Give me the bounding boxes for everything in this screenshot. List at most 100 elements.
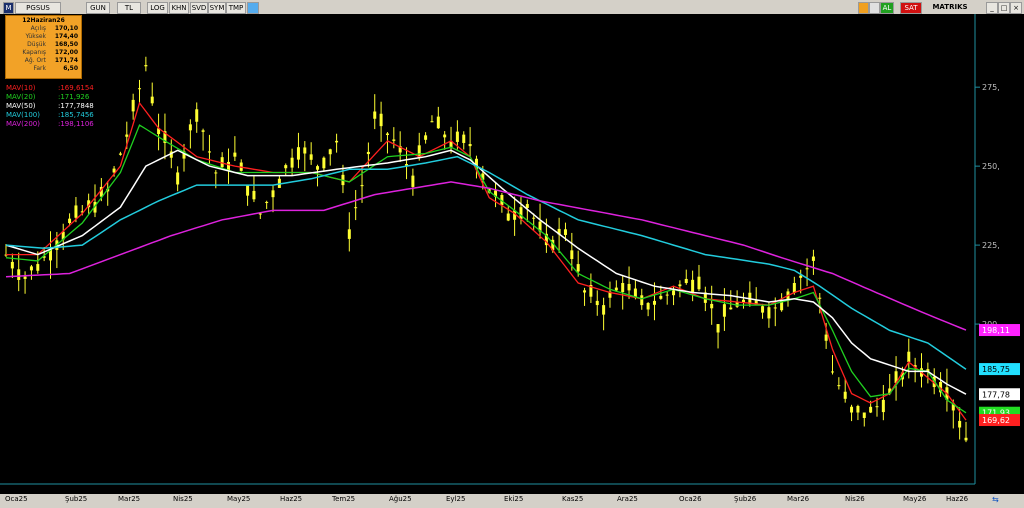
matriks-logo-icon[interactable]: M [3, 2, 14, 14]
candle-body [188, 124, 192, 131]
candle-body [583, 290, 587, 293]
candle-body [691, 279, 695, 293]
x-tick-label: Nis25 [173, 495, 193, 503]
x-tick-label: Şub26 [734, 495, 757, 503]
candle-body [379, 113, 383, 127]
candle-body [214, 172, 218, 174]
legend-value: :171,926 [58, 93, 90, 101]
legend-value: :177,7848 [58, 102, 94, 110]
candle-body [455, 131, 459, 142]
info-key: Fark [33, 65, 46, 72]
price-chart[interactable]: 200,225,250,275,198,11185,75177,78171,93… [0, 14, 1024, 494]
legend-label: MAV(20) [6, 93, 36, 101]
candle-body [195, 109, 199, 122]
candle-body [811, 256, 815, 261]
candle-body [246, 185, 250, 196]
candle-body [646, 303, 650, 310]
legend-item: MAV(100):185,7456 [6, 111, 94, 120]
candle-body [207, 151, 211, 153]
buy-button[interactable]: AL [880, 2, 894, 14]
candle-body [328, 149, 332, 155]
candle-body [131, 99, 135, 112]
legend-value: :198,1106 [58, 120, 94, 128]
legend-item: MAV(50):177,7848 [6, 102, 94, 111]
toolbar-button-sym[interactable]: SYM [208, 2, 226, 14]
minimize-icon[interactable]: _ [986, 2, 998, 14]
scroll-arrows-icon[interactable]: ⇆ [992, 495, 999, 504]
maximize-icon[interactable]: □ [998, 2, 1010, 14]
candle-body [850, 406, 854, 413]
legend-label: MAV(200) [6, 120, 40, 128]
x-tick-label: Eki25 [504, 495, 524, 503]
x-tick-label: Mar26 [787, 495, 810, 503]
info-row: Fark 6,50 [6, 65, 81, 73]
candle-body [761, 306, 765, 313]
x-tick-label: Mar25 [118, 495, 141, 503]
candle-body [373, 111, 377, 119]
candle-body [907, 351, 911, 362]
candle-body [875, 406, 879, 408]
x-tick-label: Nis26 [845, 495, 865, 503]
candle-body [767, 307, 771, 319]
toolbar-button-khn[interactable]: KHN [169, 2, 189, 14]
ohlc-info-box: 12Haziran26 Açılış 170,10 Yüksek 174,40 Düşü… [5, 15, 82, 79]
candle-body [824, 334, 828, 341]
info-key: Ağ. Ort [24, 57, 46, 64]
x-tick-label: Tem25 [332, 495, 356, 503]
candle-body [614, 287, 618, 291]
value-tag-label: 198,11 [982, 326, 1010, 335]
close-icon[interactable]: × [1010, 2, 1022, 14]
candle-body [138, 88, 142, 90]
candle-body [862, 412, 866, 418]
info-value: 171,74 [54, 57, 78, 64]
candle-body [843, 391, 847, 399]
candle-body [697, 276, 701, 290]
candle-body [443, 134, 447, 138]
candle-body [837, 385, 841, 387]
candle-body [150, 96, 154, 104]
candle-body [570, 250, 574, 259]
candle-body [506, 213, 510, 221]
candle-body [659, 295, 663, 299]
toolbar-button-gun[interactable]: GUN [86, 2, 110, 14]
calendar-icon[interactable] [869, 2, 880, 14]
info-key: Yüksek [25, 33, 46, 40]
candle-body [316, 166, 320, 170]
sell-button[interactable]: SAT [900, 2, 922, 14]
candle-body [309, 154, 313, 160]
candle-body [640, 295, 644, 306]
info-row: Düşük 168,50 [6, 41, 81, 49]
candle-body [881, 399, 885, 413]
candle-body [532, 217, 536, 219]
candle-body [525, 204, 529, 208]
candle-body [519, 207, 523, 220]
info-value: 6,50 [63, 65, 78, 72]
chart-background [0, 14, 1024, 494]
info-row: Ağ. Ort 171,74 [6, 57, 81, 65]
info-value: 170,10 [54, 25, 78, 32]
toolbar-button-svd[interactable]: SVD [190, 2, 208, 14]
info-value: 174,40 [54, 33, 78, 40]
candle-body [284, 165, 288, 169]
candle-body [869, 406, 873, 413]
candle-body [665, 294, 669, 296]
toolbar-button-tmp[interactable]: TMP [226, 2, 246, 14]
candle-body [818, 297, 822, 299]
color-picker-icon[interactable] [858, 2, 869, 14]
symbol-input[interactable]: PGSUS [15, 2, 61, 14]
candle-body [722, 304, 726, 317]
candle-body [360, 185, 364, 187]
candle-body [627, 283, 631, 291]
candle-body [773, 307, 777, 309]
twitter-icon[interactable] [247, 2, 259, 14]
candle-body [652, 300, 656, 305]
candle-body [233, 152, 237, 157]
candle-body [678, 284, 682, 287]
legend-label: MAV(100) [6, 111, 40, 119]
x-tick-label: Eyl25 [446, 495, 466, 503]
toolbar-button-log[interactable]: LOG [147, 2, 168, 14]
candle-body [303, 147, 307, 154]
candle-body [436, 116, 440, 129]
legend-value: :169,6154 [58, 84, 94, 92]
toolbar-button-tl[interactable]: TL [117, 2, 141, 14]
